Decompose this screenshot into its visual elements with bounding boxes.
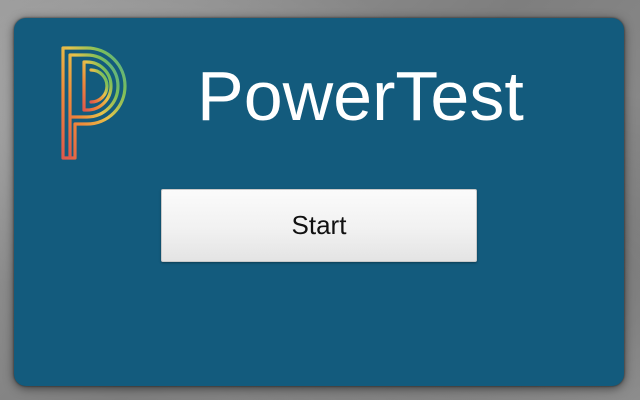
app-title: PowerTest	[197, 57, 524, 135]
start-button[interactable]: Start	[161, 189, 477, 262]
powerschool-p-logo-icon	[61, 46, 127, 160]
app-card: PowerTest Start	[14, 18, 624, 386]
start-button-label: Start	[291, 210, 347, 240]
